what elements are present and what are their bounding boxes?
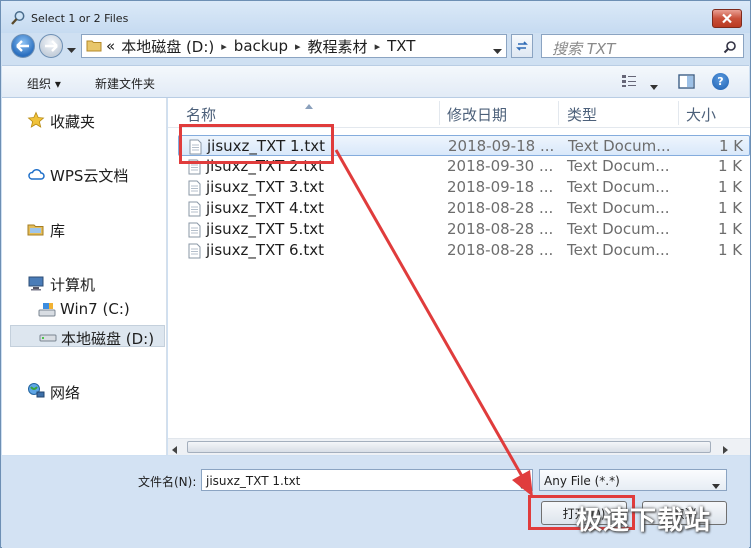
watermark-text: 极速下载站: [576, 506, 712, 536]
annotation-arrow: [334, 149, 533, 497]
